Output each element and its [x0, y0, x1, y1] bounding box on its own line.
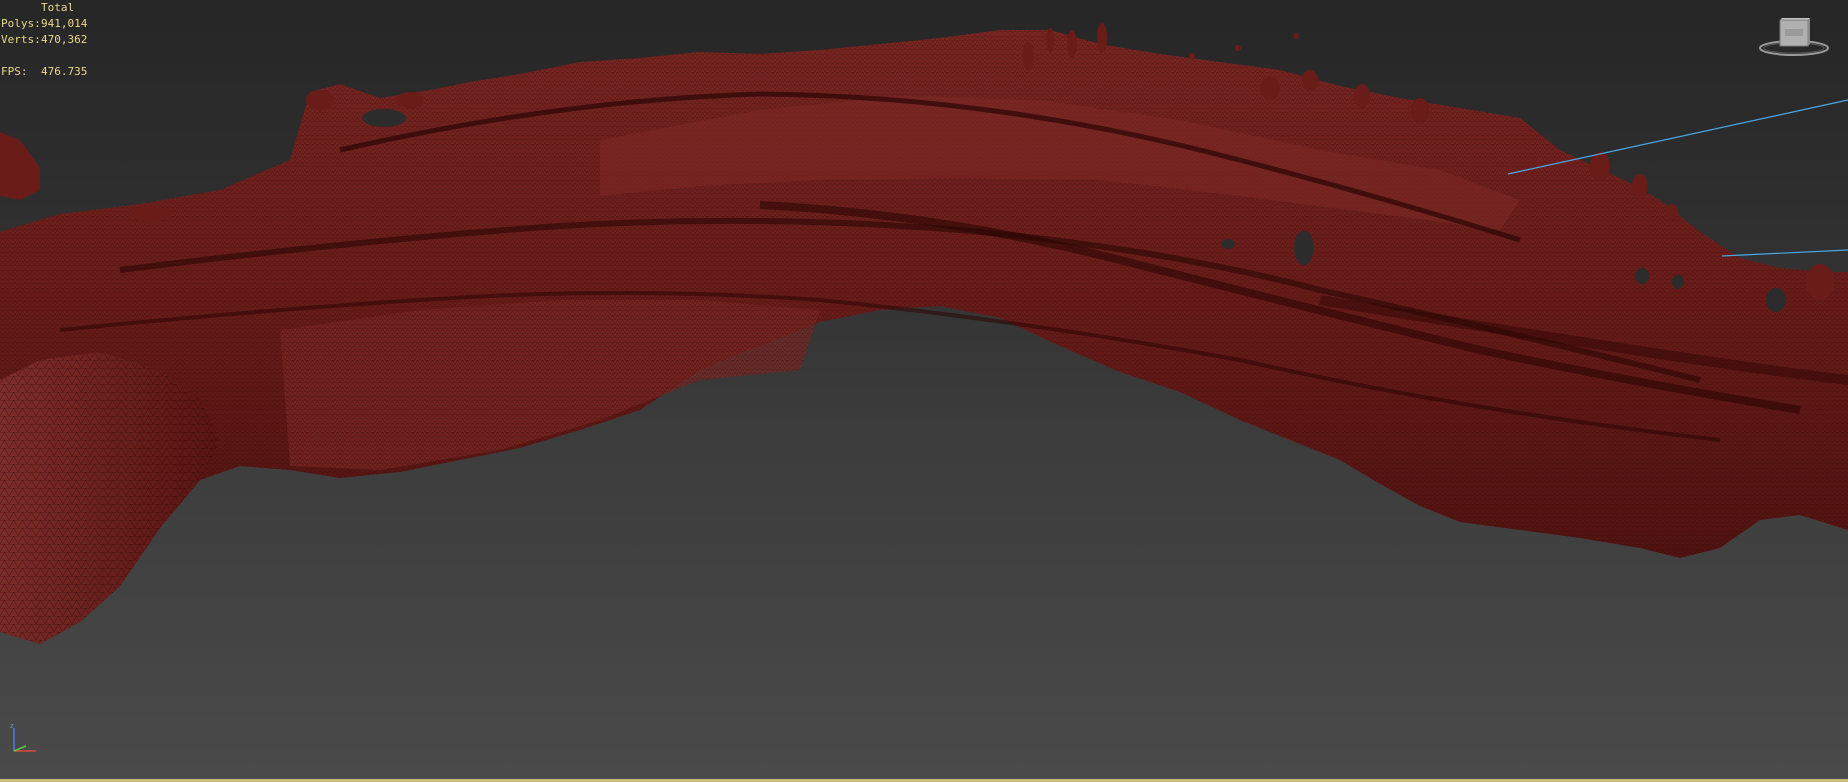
- guide-line-2: [1721, 249, 1848, 257]
- axis-tripod-icon: z: [10, 722, 36, 752]
- 3d-viewport[interactable]: Total Polys: 941,014 Verts: 470,362 FPS:…: [0, 0, 1848, 782]
- viewcube-icon[interactable]: [1758, 12, 1830, 60]
- polys-value: 941,014: [41, 17, 88, 30]
- verts-value: 470,362: [41, 33, 88, 46]
- mesh-mid-band-wire: [280, 300, 820, 470]
- mesh-hole-4: [1672, 275, 1684, 289]
- fps-value: 476.735: [41, 65, 88, 78]
- mesh-hole-5: [1766, 288, 1786, 312]
- fps-label: FPS:: [1, 65, 28, 78]
- guide-line-1: [1507, 99, 1848, 175]
- mesh-hole-1: [1294, 231, 1314, 265]
- mesh-left-lobe-wire: [0, 352, 220, 644]
- axis-z-label: z: [10, 722, 14, 730]
- mesh-hole-6: [362, 109, 406, 127]
- mesh-hole-3: [1635, 268, 1649, 284]
- stats-header: Total: [41, 1, 75, 14]
- verts-label: Verts:: [1, 33, 41, 46]
- polys-label: Polys:: [1, 17, 41, 30]
- mesh-render[interactable]: [0, 0, 1848, 782]
- mesh-hole-2: [1221, 239, 1235, 249]
